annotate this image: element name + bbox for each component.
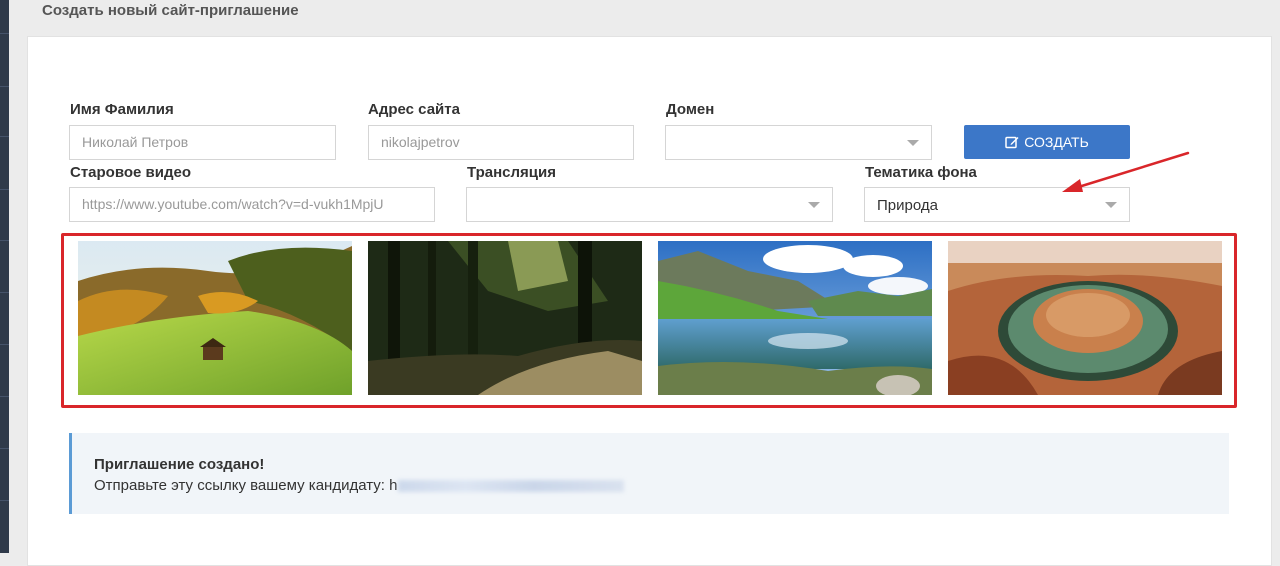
annotation-arrow-icon bbox=[1062, 151, 1190, 192]
page-title: Создать новый сайт-приглашение bbox=[42, 2, 299, 19]
domain-label: Домен bbox=[666, 101, 715, 118]
chevron-down-icon bbox=[907, 140, 919, 146]
alert-title: Приглашение создано! bbox=[94, 456, 265, 473]
domain-select[interactable] bbox=[665, 125, 932, 160]
alert-text: Отправьте эту ссылку вашему кандидату: h bbox=[94, 477, 398, 494]
edit-icon bbox=[1005, 136, 1019, 149]
left-sidebar-edge bbox=[0, 0, 9, 553]
alert-message: Отправьте эту ссылку вашему кандидату: h bbox=[94, 477, 625, 494]
background-thumb-forest-path[interactable] bbox=[368, 241, 642, 395]
background-thumb-canyon-bend[interactable] bbox=[948, 241, 1222, 395]
video-label: Старовое видео bbox=[70, 164, 192, 181]
blurred-invite-link[interactable] bbox=[398, 480, 625, 493]
theme-label: Тематика фона bbox=[865, 164, 977, 181]
broadcast-select[interactable] bbox=[466, 187, 833, 222]
chevron-down-icon bbox=[808, 202, 820, 208]
video-input[interactable]: https://www.youtube.com/watch?v=d-vukh1M… bbox=[69, 187, 435, 222]
background-thumb-mountain-lake[interactable] bbox=[658, 241, 932, 395]
chevron-down-icon bbox=[1105, 202, 1117, 208]
name-label: Имя Фамилия bbox=[70, 101, 174, 118]
background-thumb-autumn-meadow[interactable] bbox=[78, 241, 352, 395]
name-input[interactable]: Николай Петров bbox=[69, 125, 336, 160]
address-input[interactable]: nikolajpetrov bbox=[368, 125, 634, 160]
success-alert: Приглашение создано! Отправьте эту ссылк… bbox=[69, 433, 1229, 514]
address-label: Адрес сайта bbox=[368, 101, 460, 118]
theme-value: Природа bbox=[877, 197, 938, 214]
broadcast-label: Трансляция bbox=[467, 164, 556, 181]
